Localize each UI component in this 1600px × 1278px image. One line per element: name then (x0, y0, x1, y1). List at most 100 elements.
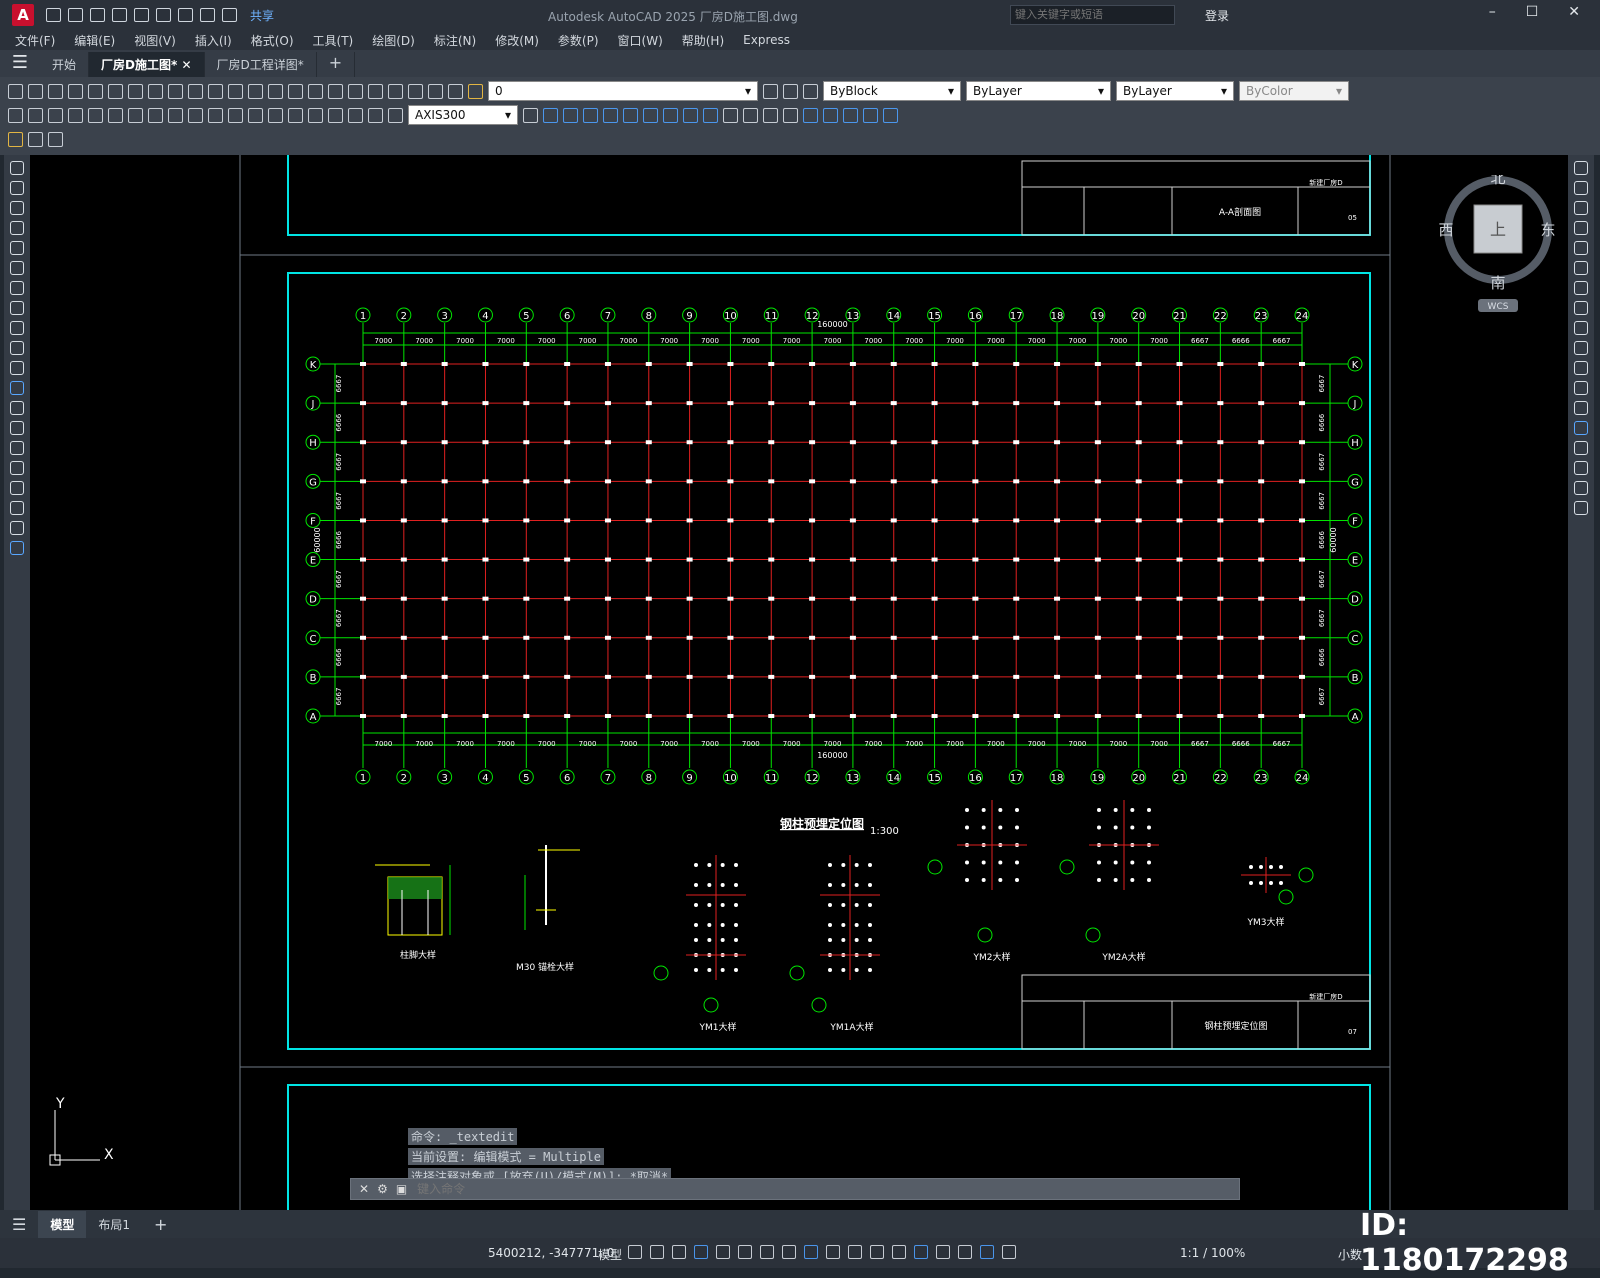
layer-dropdown[interactable]: 0 ▾ (488, 81, 758, 101)
baseline-dim-icon[interactable] (188, 107, 203, 123)
break-icon[interactable] (1574, 401, 1588, 415)
close-icon[interactable]: ✕ (359, 1182, 369, 1196)
color-dropdown[interactable]: ByBlock ▾ (823, 81, 961, 101)
dim-text-edit-icon[interactable] (368, 107, 383, 123)
share-button[interactable]: 共享 (250, 7, 274, 24)
ortho-icon[interactable] (716, 1245, 730, 1259)
ellipse-icon[interactable] (10, 341, 24, 355)
hatch-icon[interactable] (10, 441, 24, 455)
auto-scale-icon[interactable] (1002, 1245, 1016, 1259)
wcs-menu[interactable]: WCS (1488, 302, 1509, 312)
new-icon[interactable] (46, 8, 61, 22)
scale-icon[interactable] (1574, 301, 1588, 315)
wrench-icon[interactable]: ⚙ (377, 1182, 388, 1196)
point-icon[interactable] (10, 421, 24, 435)
center-mark-icon[interactable] (288, 107, 303, 123)
view-cube[interactable]: 上 北 南 东 西 WCS (1438, 169, 1558, 312)
save-web-icon[interactable] (156, 8, 171, 22)
redo-icon[interactable] (228, 83, 243, 99)
circle-icon[interactable] (10, 281, 24, 295)
dim-style-icon[interactable] (523, 107, 538, 123)
chamfer-icon[interactable] (1574, 441, 1588, 455)
grid-icon[interactable] (628, 1245, 642, 1259)
preview-icon[interactable] (88, 83, 103, 99)
gradient-icon[interactable] (10, 461, 24, 475)
zoom-realtime-icon[interactable] (268, 83, 283, 99)
add-selected-icon[interactable] (10, 541, 24, 555)
open-icon[interactable] (68, 8, 83, 22)
design-center-icon[interactable] (348, 83, 363, 99)
annotation-scale[interactable]: 1:1 / 100% (1180, 1246, 1245, 1260)
copy-icon[interactable] (148, 83, 163, 99)
jogged-dim-icon[interactable] (108, 107, 123, 123)
arc-icon[interactable] (10, 261, 24, 275)
tab-layout1[interactable]: 布局1 (86, 1211, 142, 1238)
revolve-icon[interactable] (843, 107, 858, 123)
3d-osnap-icon[interactable] (892, 1245, 906, 1259)
selection-filter-icon[interactable] (936, 1245, 950, 1259)
menu-item[interactable]: 帮助(H) (682, 32, 724, 49)
selection-cycling-icon[interactable] (870, 1245, 884, 1259)
linear-dim-icon[interactable] (8, 107, 23, 123)
menu-icon[interactable]: ☰ (0, 50, 40, 77)
jogged-linear-icon[interactable] (328, 107, 343, 123)
tab-drawing-d[interactable]: 厂房D施工图* ✕ (89, 52, 205, 77)
layout-menu-icon[interactable]: ☰ (0, 1210, 38, 1239)
save-icon[interactable] (90, 8, 105, 22)
menu-item[interactable]: 标注(N) (434, 32, 476, 49)
make-current-layer-icon[interactable] (763, 83, 778, 99)
object-snap-icon[interactable] (804, 1245, 818, 1259)
insert-block-icon[interactable] (28, 131, 43, 147)
visual-style-icon[interactable] (723, 107, 738, 123)
menu-item[interactable]: 参数(P) (558, 32, 599, 49)
minimize-icon[interactable]: – (1489, 4, 1496, 20)
autocad-logo-icon[interactable]: A (12, 4, 34, 26)
menu-item[interactable]: 文件(F) (15, 32, 55, 49)
block-editor-icon[interactable] (8, 131, 23, 147)
explode-icon[interactable] (1574, 501, 1588, 515)
infer-icon[interactable] (672, 1245, 686, 1259)
blend-icon[interactable] (1574, 481, 1588, 495)
menu-item[interactable]: 修改(M) (495, 32, 539, 49)
stretch-icon[interactable] (1574, 321, 1588, 335)
gizmo-icon[interactable] (958, 1245, 972, 1259)
region-icon[interactable] (10, 481, 24, 495)
dim-update-icon[interactable] (388, 107, 403, 123)
close-tab-icon[interactable]: ✕ (181, 58, 191, 72)
close-icon[interactable]: ✕ (1568, 4, 1580, 20)
menu-item[interactable]: Express (743, 33, 790, 47)
lineweight-icon[interactable] (826, 1245, 840, 1259)
ucs-object-icon[interactable] (683, 107, 698, 123)
tab-model[interactable]: 模型 (38, 1210, 87, 1238)
erase-icon[interactable] (1574, 161, 1588, 175)
table-icon[interactable] (10, 501, 24, 515)
angular-dim-icon[interactable] (148, 107, 163, 123)
join-icon[interactable] (1574, 421, 1588, 435)
break-at-point-icon[interactable] (1574, 381, 1588, 395)
zoom-previous-icon[interactable] (308, 83, 323, 99)
snap-icon[interactable] (650, 1245, 664, 1259)
cursor-coordinates[interactable]: 5400212, -347771, 0 (488, 1246, 614, 1260)
view-front-icon[interactable] (583, 107, 598, 123)
transparency-icon[interactable] (848, 1245, 862, 1259)
rectangle-icon[interactable] (10, 241, 24, 255)
continue-dim-icon[interactable] (208, 107, 223, 123)
menu-item[interactable]: 窗口(W) (618, 32, 663, 49)
undo-icon[interactable] (200, 8, 215, 22)
layer-previous-icon[interactable] (783, 83, 798, 99)
array-icon[interactable] (1574, 241, 1588, 255)
layer-on-icon[interactable] (468, 83, 483, 99)
help-icon[interactable] (428, 83, 443, 99)
dynamic-ucs-icon[interactable] (914, 1245, 928, 1259)
dim-space-icon[interactable] (228, 107, 243, 123)
pan-icon[interactable] (248, 83, 263, 99)
view-iso-icon[interactable] (563, 107, 578, 123)
open-web-icon[interactable] (134, 8, 149, 22)
union-icon[interactable] (863, 107, 878, 123)
menu-item[interactable]: 插入(I) (195, 32, 232, 49)
menu-item[interactable]: 视图(V) (134, 32, 176, 49)
save-icon[interactable] (48, 83, 63, 99)
ellipse-arc-icon[interactable] (10, 361, 24, 375)
publish-icon[interactable] (108, 83, 123, 99)
print-icon[interactable] (68, 83, 83, 99)
